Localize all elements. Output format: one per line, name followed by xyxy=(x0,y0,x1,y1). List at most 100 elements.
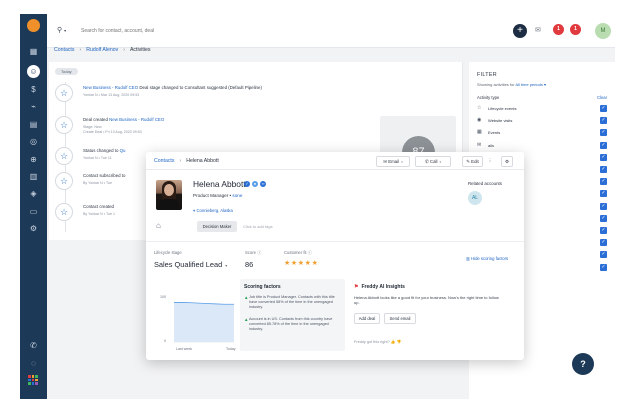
app-logo[interactable] xyxy=(27,19,40,32)
contact-name: Helena Abbott xyxy=(193,179,246,189)
chat-icon[interactable]: ▤ xyxy=(27,118,40,131)
hide-scoring-factors-link[interactable]: ▥ Hide scoring factors xyxy=(466,256,508,261)
filter-checkbox[interactable]: ✓ xyxy=(600,141,607,149)
deals-icon[interactable]: $ xyxy=(27,83,40,96)
filter-row[interactable]: ✉ ails ✓ xyxy=(477,141,607,151)
breadcrumb-person[interactable]: Rudolf Alenov xyxy=(86,47,118,53)
calendar-icon[interactable]: ▦ xyxy=(27,45,40,58)
calendar-icon: ▦ xyxy=(477,129,482,136)
filter-checkbox[interactable]: ✓ xyxy=(600,190,607,198)
chevron-down-icon: ▾ xyxy=(543,82,546,87)
add-button[interactable]: + xyxy=(513,24,527,38)
chat-bubble-icon[interactable]: ◌ xyxy=(27,357,40,370)
send-email-button[interactable]: Send email xyxy=(384,313,416,324)
edit-button[interactable]: ✎ Edit xyxy=(462,156,483,167)
phone-icon[interactable]: ✆ xyxy=(27,339,40,352)
contact-photo xyxy=(156,180,182,210)
search-input[interactable] xyxy=(81,25,221,37)
filter-checkbox[interactable]: ✓ xyxy=(600,105,607,112)
breadcrumb-separator: › xyxy=(123,47,125,53)
tag-chip[interactable]: Decision Maker xyxy=(197,221,237,232)
filter-checkbox[interactable]: ✓ xyxy=(600,251,607,259)
filter-checkbox[interactable]: ✓ xyxy=(600,129,607,137)
contacts-icon[interactable]: ☺ xyxy=(27,65,40,78)
period-dropdown[interactable]: All time periods xyxy=(515,82,542,87)
filter-checkbox[interactable]: ✓ xyxy=(600,214,607,222)
timeline-item-meta: By Yonkar N • Tue 1 xyxy=(83,212,116,216)
email-icon: ✉ xyxy=(477,141,482,148)
timeline-item-meta: Yonkar N • Tue 11 xyxy=(83,156,112,160)
scoring-factor-text: Account is in US. Contacts from this cou… xyxy=(249,317,333,332)
timeline-item-text: Status changed to xyxy=(83,148,120,153)
deal-link[interactable]: New Business - Rudolf CEO xyxy=(109,117,164,122)
related-account-avatar[interactable]: AL xyxy=(468,191,482,205)
freddy-feedback: Freddy got this right? 👍 👎 xyxy=(354,339,401,344)
account-link[interactable]: sone xyxy=(232,193,242,198)
edit-button-label: Edit xyxy=(471,159,479,164)
timeline-item-text: Deal stage changed to Consultant suggest… xyxy=(138,85,262,90)
reports-icon[interactable]: ⌁ xyxy=(27,100,40,113)
filter-checkbox[interactable]: ✓ xyxy=(600,166,607,173)
filter-row[interactable]: ▦ Events ✓ xyxy=(477,128,607,138)
thumbs-down-icon[interactable]: 👎 xyxy=(397,340,402,344)
sequences-icon[interactable]: ⊕ xyxy=(27,153,40,166)
products-icon[interactable]: ◈ xyxy=(27,187,40,200)
social-icon[interactable]: ● xyxy=(252,181,258,187)
settings-icon[interactable]: ◎ xyxy=(27,135,40,148)
filter-checkbox[interactable]: ✓ xyxy=(600,263,607,271)
info-icon[interactable]: ⓘ xyxy=(308,250,312,255)
apps-icon[interactable] xyxy=(28,375,38,385)
chevron-down-icon: ▾ xyxy=(439,160,441,164)
card-breadcrumb-contacts[interactable]: Contacts xyxy=(154,158,174,164)
add-tag-hint[interactable]: Click to add tags xyxy=(243,224,273,229)
breadcrumb-contacts[interactable]: Contacts xyxy=(54,47,74,53)
score-trend-svg: 100 0 Last week Today xyxy=(160,295,236,351)
alert-badge[interactable]: 1 xyxy=(570,24,581,35)
filter-row[interactable]: ◉ Website visits ✓ xyxy=(477,116,607,126)
thumbs-up-icon[interactable]: 👍 xyxy=(391,340,396,344)
timeline-item-title: Deal created New Business - Rudolf CEO xyxy=(83,117,164,123)
star-icon: ☆ xyxy=(55,172,73,190)
lifecycle-stage-dropdown[interactable]: Sales Qualified Lead ▾ xyxy=(154,260,227,269)
clear-button[interactable]: Clear xyxy=(597,95,607,100)
contact-location[interactable]: ⌖ Connieberg, Alaska xyxy=(193,208,233,213)
filter-checkbox[interactable]: ✓ xyxy=(600,117,607,125)
documents-icon[interactable]: ▭ xyxy=(27,205,40,218)
contact-location-text: Connieberg, Alaska xyxy=(196,208,233,213)
help-button[interactable]: ? xyxy=(572,353,594,375)
user-avatar[interactable]: M xyxy=(595,23,611,39)
freddy-insights-title-text: Freddy AI Insights xyxy=(361,284,405,290)
star-icon: ★ xyxy=(304,260,312,267)
notification-badge[interactable]: 1 xyxy=(553,24,564,35)
scoring-factors-title: Scoring factors xyxy=(244,284,281,290)
settings-button[interactable]: ⚙ xyxy=(501,156,513,167)
mail-icon[interactable]: ✉ xyxy=(535,26,541,34)
filter-title: FILTER xyxy=(477,72,497,78)
add-deal-button[interactable]: Add deal xyxy=(354,313,380,324)
config-icon[interactable]: ⚙ xyxy=(27,222,40,235)
filter-checkbox[interactable]: ✓ xyxy=(600,227,607,234)
deal-link[interactable]: New Business - Rudolf CEO xyxy=(83,85,138,90)
filter-checkbox[interactable]: ✓ xyxy=(600,178,607,186)
call-button-label: Call xyxy=(429,159,438,164)
filter-checkbox[interactable]: ✓ xyxy=(600,153,607,161)
filter-checkbox[interactable]: ✓ xyxy=(600,202,607,210)
freddy-icon: ⚑ xyxy=(354,284,359,290)
score-area xyxy=(174,302,234,342)
more-button[interactable]: ⋮ xyxy=(486,156,494,167)
filter-checkbox[interactable]: ✓ xyxy=(600,239,607,247)
score-value: 86 xyxy=(245,260,254,269)
scoring-factors-panel: Scoring factors ▲ Job title is Product Ma… xyxy=(240,279,345,351)
campaigns-icon[interactable]: ▥ xyxy=(27,170,40,183)
call-button[interactable]: ✆ Call ▾ xyxy=(415,156,451,167)
filter-row[interactable]: ☆ Lifecycle events ✓ xyxy=(477,104,607,114)
info-icon[interactable]: ⓘ xyxy=(257,250,261,255)
x-tick-label: Today xyxy=(226,347,236,351)
timeline-item-title: Status changed to Qu xyxy=(83,148,125,154)
scoring-factor: ▲ Job title is Product Manager. Contacts … xyxy=(244,295,340,311)
email-button[interactable]: ✉ Email ▾ xyxy=(376,156,410,167)
search-icon[interactable]: ⚲ ▾ xyxy=(57,26,66,34)
status-link[interactable]: Qu xyxy=(120,148,126,153)
contact-role-text: Product Manager • xyxy=(193,193,233,198)
link-icon[interactable]: ∞ xyxy=(260,181,266,187)
